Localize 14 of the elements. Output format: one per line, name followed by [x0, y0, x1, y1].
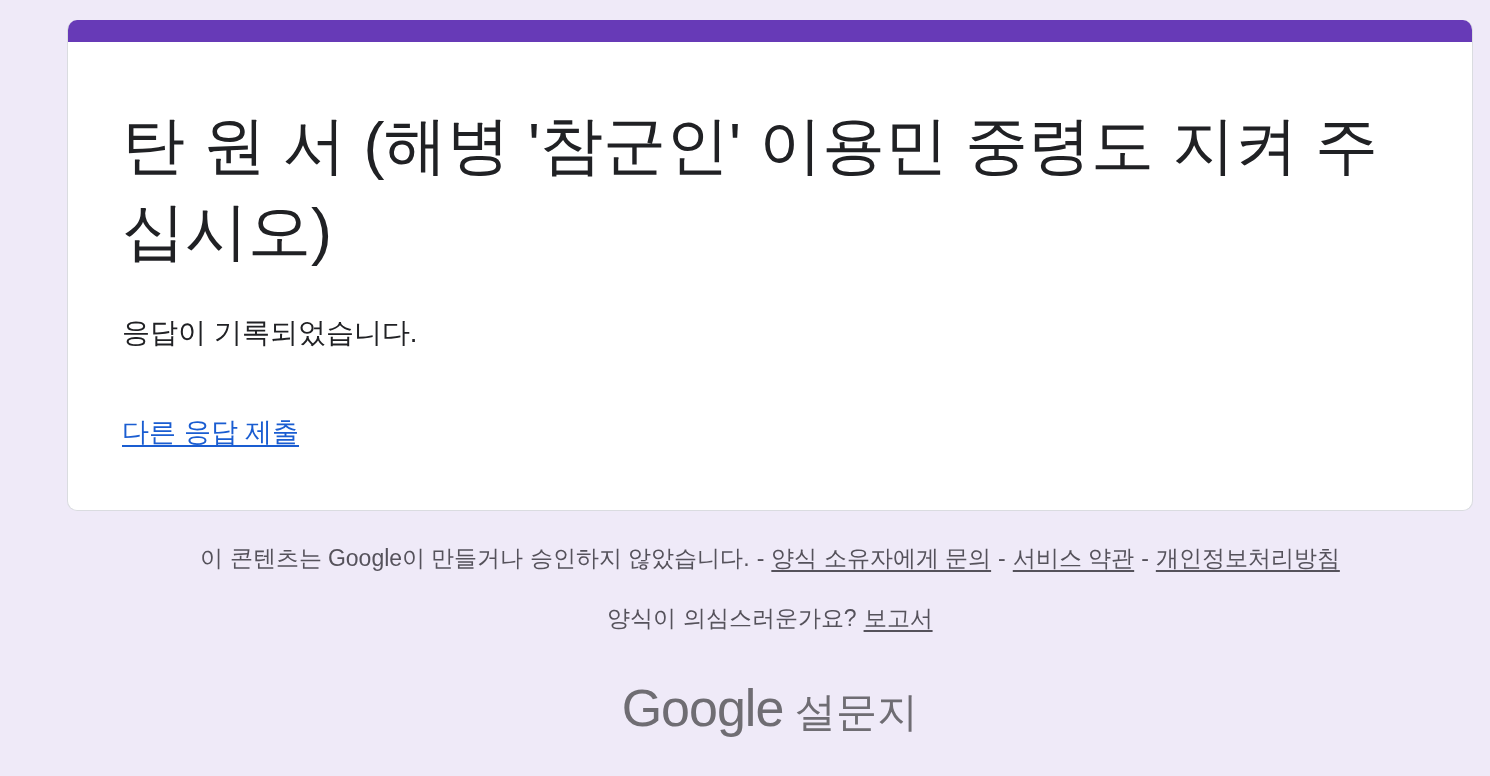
form-title: 탄 원 서 (해병 '참군인' 이용민 중령도 지켜 주십시오) — [122, 109, 1380, 268]
confirmation-message: 응답이 기록되었습니다. — [122, 316, 419, 350]
footer-link[interactable]: 보고서 — [863, 605, 933, 631]
logo-wordmark: Google — [621, 679, 784, 737]
separator-text: - — [756, 545, 765, 571]
separator-text: - — [1141, 545, 1149, 571]
footer-link[interactable]: 양식 소유자에게 문의 — [771, 545, 992, 571]
notice-text: 이 콘텐츠는 Google이 만들거나 승인하지 않았습니다. — [200, 545, 750, 571]
submit-another-link[interactable]: 다른 응답 제출 — [122, 417, 299, 447]
product-name: 설문지 — [795, 688, 919, 737]
footer-link[interactable]: 개인정보처리방침 — [1155, 545, 1340, 571]
notice-text: 양식이 의심스러운가요? — [607, 605, 857, 631]
footer-link[interactable]: 서비스 약관 — [1012, 545, 1135, 571]
separator-text: - — [998, 545, 1006, 571]
